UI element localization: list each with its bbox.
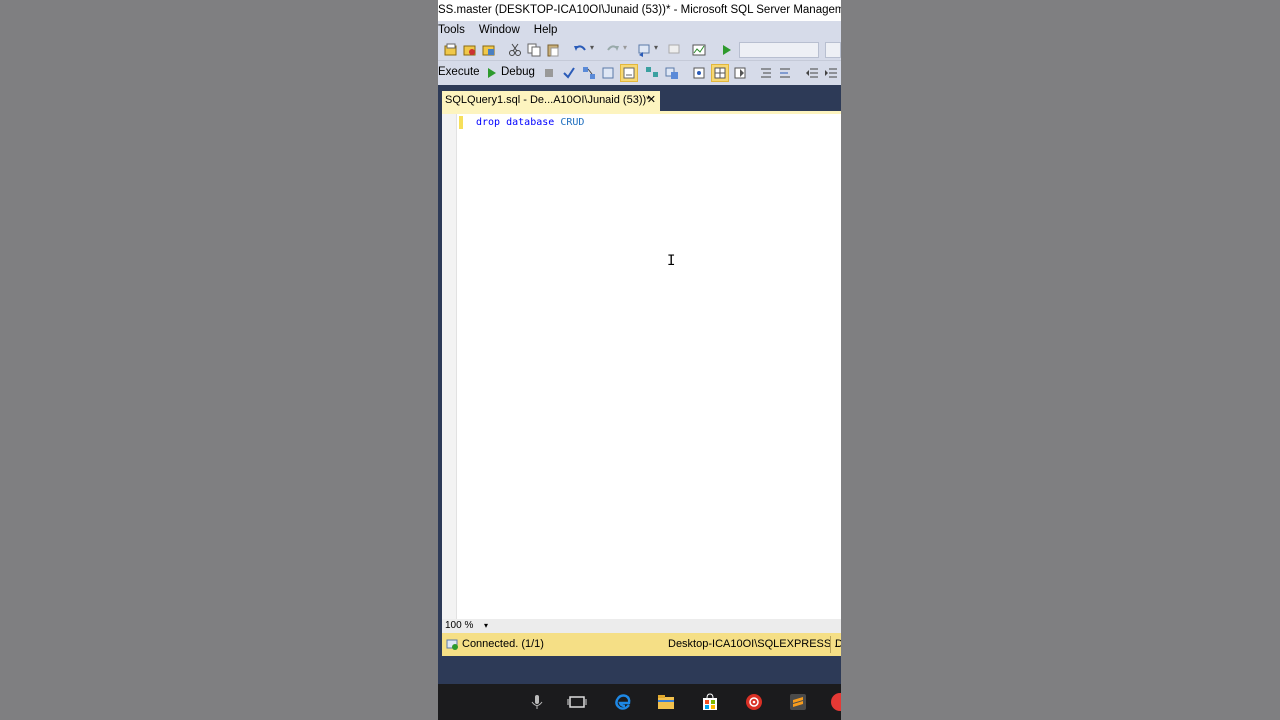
increase-indent-icon[interactable] — [824, 66, 838, 80]
document-tab-strip: SQLQuery1.sql - De...A10OI\Junaid (53))*… — [438, 85, 841, 111]
execute-button[interactable]: Execute — [438, 66, 480, 78]
microphone-icon[interactable] — [527, 692, 547, 712]
code-keyword-database: database — [506, 117, 555, 128]
sql-editor-toolbar: Execute Debug — [438, 61, 841, 85]
zoom-bar: 100 % ▾ — [442, 619, 841, 633]
ssms-window: SS.master (DESKTOP-ICA10OI\Junaid (53))*… — [438, 0, 841, 720]
zoom-level-select[interactable]: 100 % — [445, 620, 473, 631]
uncomment-icon[interactable] — [778, 66, 792, 80]
status-extra: D — [835, 638, 841, 650]
windows-taskbar — [438, 684, 841, 720]
store-icon[interactable] — [700, 692, 720, 712]
copy-icon[interactable] — [527, 43, 541, 57]
query-editor[interactable]: drop database CRUD I — [442, 111, 841, 619]
redo-dropdown-arrow[interactable]: ▾ — [623, 43, 627, 52]
code-line-1[interactable]: drop database CRUD — [476, 116, 584, 129]
sublime-text-icon[interactable] — [788, 692, 808, 712]
app-red-partial-icon[interactable] — [830, 692, 841, 712]
server-name: Desktop-ICA10OI\SQLEXPRESS ... — [668, 638, 841, 650]
background-right — [841, 0, 1280, 720]
menu-item-window[interactable]: Window — [479, 21, 520, 39]
navigate-backward-icon[interactable] — [637, 43, 651, 57]
start-icon[interactable] — [719, 43, 733, 57]
status-bar: Connected. (1/1) Desktop-ICA10OI\SQLEXPR… — [442, 633, 841, 656]
standard-toolbar: ▾ ▾ ▾ — [438, 39, 841, 61]
text-cursor-icon: I — [667, 253, 676, 269]
database-engine-query-icon[interactable] — [463, 43, 477, 57]
menu-bar: Tools Window Help — [438, 21, 841, 39]
navigate-forward-icon[interactable] — [667, 43, 681, 57]
cut-icon[interactable] — [508, 43, 522, 57]
editor-gutter — [442, 114, 457, 619]
change-indicator — [459, 116, 463, 129]
menu-item-help[interactable]: Help — [534, 21, 558, 39]
edge-browser-icon[interactable] — [613, 692, 633, 712]
redo-icon[interactable] — [606, 43, 620, 57]
display-plan-icon[interactable] — [582, 66, 596, 80]
client-statistics-icon[interactable] — [665, 66, 679, 80]
connection-status: Connected. (1/1) — [462, 638, 544, 650]
activity-monitor-icon[interactable] — [692, 43, 706, 57]
cancel-query-icon[interactable] — [542, 66, 556, 80]
window-title: SS.master (DESKTOP-ICA10OI\Junaid (53))*… — [438, 4, 841, 16]
close-icon[interactable]: ✕ — [647, 91, 656, 110]
query-designer-icon[interactable] — [601, 66, 615, 80]
app-red-icon[interactable] — [744, 692, 764, 712]
tab-sqlquery1[interactable]: SQLQuery1.sql - De...A10OI\Junaid (53))*… — [442, 91, 660, 111]
analysis-query-icon[interactable] — [482, 43, 496, 57]
file-explorer-icon[interactable] — [656, 692, 676, 712]
results-to-text-icon[interactable] — [692, 66, 706, 80]
menu-item-tools[interactable]: Tools — [438, 21, 465, 39]
undo-dropdown-arrow[interactable]: ▾ — [590, 43, 594, 52]
results-to-grid-icon — [714, 67, 726, 79]
connected-icon — [446, 639, 458, 650]
results-to-file-out-icon[interactable] — [733, 66, 747, 80]
debug-play-icon[interactable] — [485, 66, 499, 80]
platform-combo[interactable] — [825, 42, 841, 58]
code-keyword-drop: drop — [476, 117, 501, 128]
zoom-dropdown-arrow[interactable]: ▾ — [484, 619, 488, 633]
comment-icon[interactable] — [759, 66, 773, 80]
active-toggle-button[interactable] — [620, 64, 638, 82]
navigate-dropdown-arrow[interactable]: ▾ — [654, 43, 658, 52]
paste-icon[interactable] — [546, 43, 560, 57]
solution-config-combo[interactable] — [739, 42, 819, 58]
tab-label: SQLQuery1.sql - De...A10OI\Junaid (53))* — [445, 94, 651, 106]
include-plan-icon[interactable] — [645, 66, 659, 80]
parse-icon[interactable] — [562, 66, 576, 80]
decrease-indent-icon[interactable] — [805, 66, 819, 80]
debug-button[interactable]: Debug — [501, 66, 535, 78]
window-title-bar: SS.master (DESKTOP-ICA10OI\Junaid (53))*… — [438, 0, 841, 21]
undo-icon[interactable] — [573, 43, 587, 57]
task-view-icon[interactable] — [567, 692, 587, 712]
background-left — [0, 0, 438, 720]
new-query-icon[interactable] — [444, 43, 458, 57]
status-divider — [830, 636, 831, 653]
results-to-file-icon — [623, 67, 635, 79]
results-to-grid-toggle[interactable] — [711, 64, 729, 82]
code-identifier: CRUD — [560, 117, 585, 128]
